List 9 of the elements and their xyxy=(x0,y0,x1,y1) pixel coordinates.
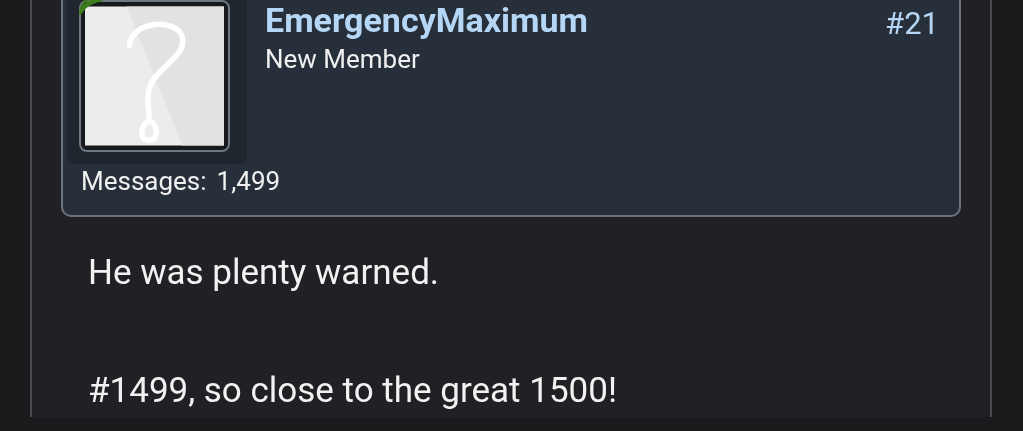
messages-label: Messages: xyxy=(81,165,207,198)
post-text: #1499, so close to the great 1500! xyxy=(88,369,618,413)
question-mark-icon xyxy=(85,6,224,146)
messages-count: 1,499 xyxy=(216,165,281,198)
username-link[interactable]: EmergencyMaximum xyxy=(265,0,886,40)
post-number-link[interactable]: #21 xyxy=(885,0,959,44)
post-text: He was plenty warned. xyxy=(88,251,441,295)
user-title: New Member xyxy=(265,43,421,76)
avatar[interactable] xyxy=(79,0,230,152)
